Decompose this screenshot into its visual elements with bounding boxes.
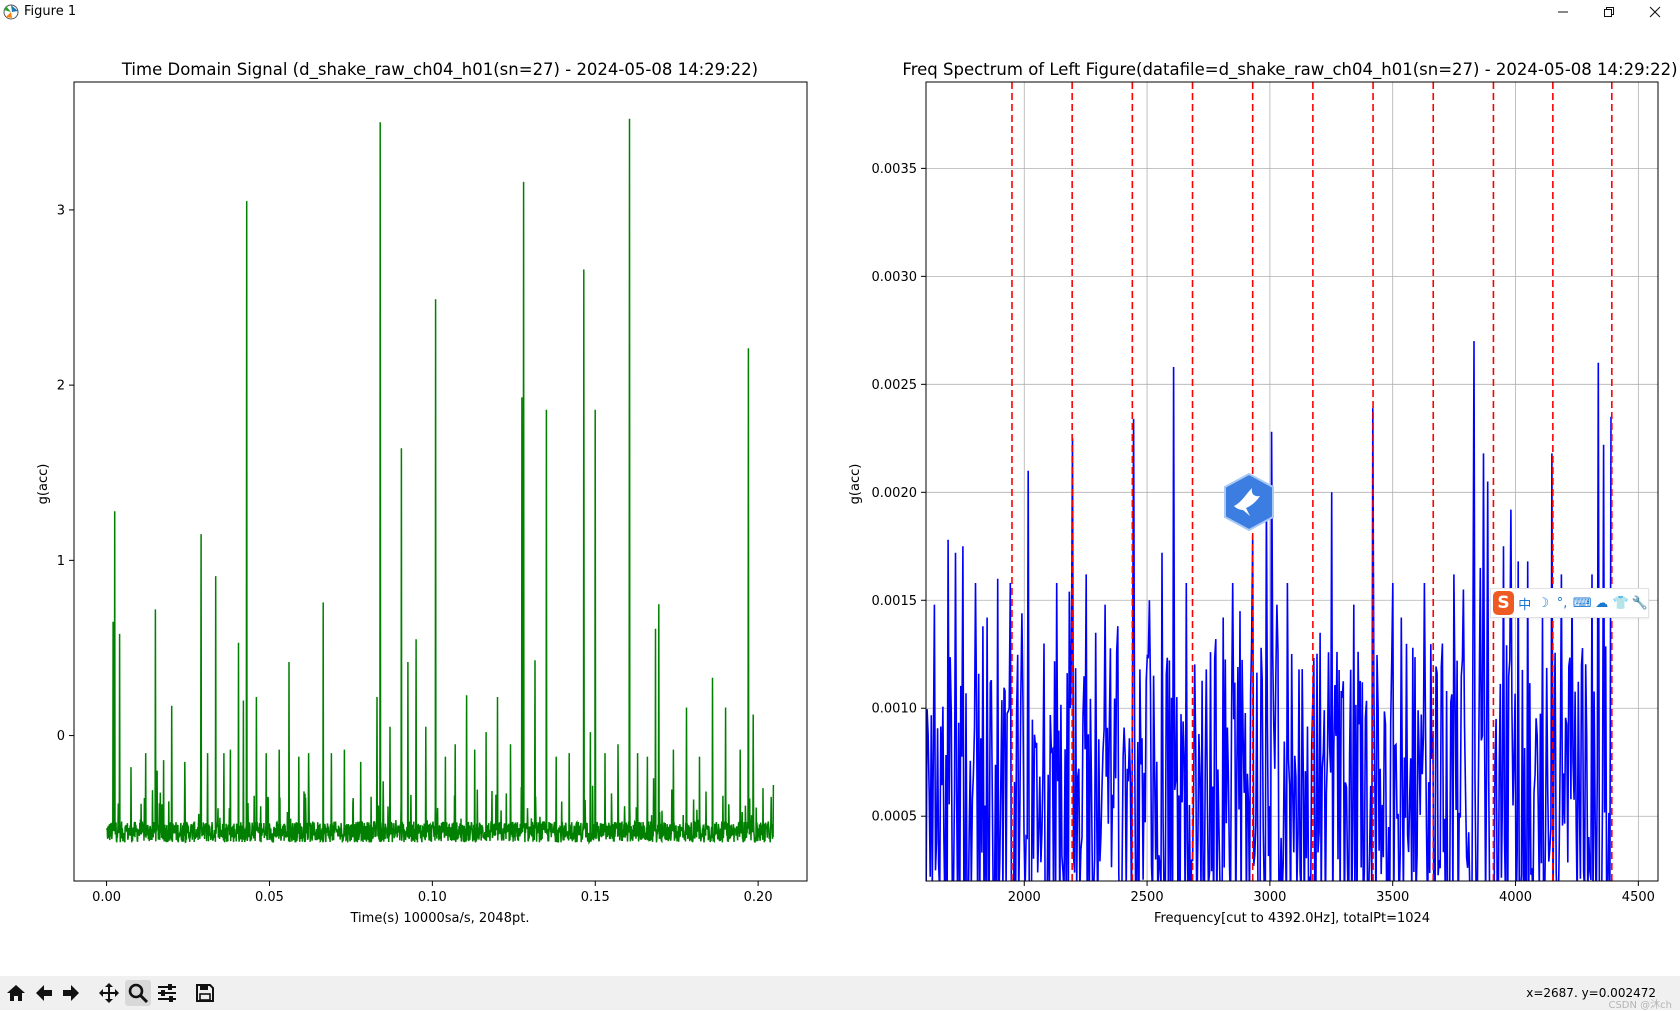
app-icon xyxy=(3,4,19,20)
time-signal-line xyxy=(105,118,775,845)
configure-subplots-button[interactable] xyxy=(154,980,180,1006)
sogou-logo-icon[interactable]: S xyxy=(1493,591,1514,615)
ytick-label: 0.0035 xyxy=(872,162,918,177)
ime-chinese-mode[interactable]: 中 xyxy=(1517,594,1533,613)
window-titlebar: Figure 1 xyxy=(0,0,1680,26)
keyboard-icon[interactable]: ⌨ xyxy=(1573,596,1592,611)
spectrum-plot-area xyxy=(926,341,1612,881)
time-domain-title: Time Domain Signal (d_shake_raw_ch04_h01… xyxy=(121,60,758,80)
arrow-left-icon xyxy=(36,985,52,1001)
move-arrows-icon xyxy=(99,983,119,1003)
moon-icon[interactable]: ☽ xyxy=(1536,596,1552,611)
home-icon xyxy=(7,985,25,1001)
floppy-disk-icon xyxy=(196,984,214,1002)
bird-app-badge-icon[interactable] xyxy=(1222,472,1276,532)
spectrum-title: Freq Spectrum of Left Figure(datafile=d_… xyxy=(902,60,1677,80)
ytick-label: 3 xyxy=(57,203,65,218)
xtick-label: 0.05 xyxy=(255,890,284,905)
magnifier-icon xyxy=(128,983,149,1004)
time-domain-xlabel: Time(s) 10000sa/s, 2048pt. xyxy=(350,911,530,926)
window-title: Figure 1 xyxy=(24,4,77,19)
spectrum-xticks: 2000 2500 3000 3500 4000 4500 xyxy=(1008,881,1655,905)
ytick-label: 2 xyxy=(57,379,65,394)
time-domain-yticks: 0 1 2 3 xyxy=(57,203,74,744)
ytick-label: 0.0025 xyxy=(872,378,918,393)
xtick-label: 0.00 xyxy=(92,890,121,905)
xtick-label: 4000 xyxy=(1499,890,1532,905)
home-button[interactable] xyxy=(3,980,29,1006)
ytick-label: 0.0015 xyxy=(872,594,918,609)
figure-canvas[interactable]: Time Domain Signal (d_shake_raw_ch04_h01… xyxy=(0,26,1680,976)
close-button[interactable] xyxy=(1632,0,1678,24)
punctuation-icon[interactable]: °, xyxy=(1554,596,1570,611)
ytick-label: 0 xyxy=(57,729,65,744)
minimize-icon xyxy=(1558,11,1568,13)
xtick-label: 2000 xyxy=(1008,890,1041,905)
ytick-label: 1 xyxy=(57,554,65,569)
xtick-label: 0.15 xyxy=(581,890,610,905)
close-icon xyxy=(1649,6,1661,18)
pan-button[interactable] xyxy=(96,980,122,1006)
csdn-watermark: CSDN @沐ch xyxy=(1608,1000,1672,1011)
xtick-label: 2500 xyxy=(1131,890,1164,905)
time-domain-axes: Time Domain Signal (d_shake_raw_ch04_h01… xyxy=(36,60,808,926)
time-domain-xticks: 0.00 0.05 0.10 0.15 0.20 xyxy=(92,881,773,905)
xtick-label: 0.10 xyxy=(418,890,447,905)
ytick-label: 0.0005 xyxy=(872,810,918,825)
ytick-label: 0.0010 xyxy=(872,702,918,717)
spectrum-ylabel: g(acc) xyxy=(848,464,863,505)
spectrum-yticks: 0.0005 0.0010 0.0015 0.0020 0.0025 0.0030 0.00… xyxy=(872,162,926,825)
save-button[interactable] xyxy=(192,980,218,1006)
settings-wrench-icon[interactable]: 🔧 xyxy=(1632,596,1648,611)
minimize-button[interactable] xyxy=(1540,0,1586,24)
restore-icon xyxy=(1604,7,1614,17)
ime-toolbar[interactable]: S 中 ☽ °, ⌨ ☁ 👕 🔧 xyxy=(1490,588,1649,618)
arrow-right-icon xyxy=(63,985,79,1001)
time-domain-frame xyxy=(73,81,808,882)
zoom-button[interactable] xyxy=(125,980,151,1006)
xtick-label: 4500 xyxy=(1622,890,1655,905)
navigation-toolbar: x=2687. y=0.002472 CSDN @沐ch xyxy=(0,976,1680,1011)
spectrum-xlabel: Frequency[cut to 4392.0Hz], totalPt=1024 xyxy=(1154,911,1430,926)
cloud-icon[interactable]: ☁ xyxy=(1594,596,1610,611)
skin-icon[interactable]: 👕 xyxy=(1613,596,1629,611)
ytick-label: 0.0030 xyxy=(872,270,918,285)
sliders-icon xyxy=(158,984,176,1002)
xtick-label: 0.20 xyxy=(744,890,773,905)
time-domain-ylabel: g(acc) xyxy=(36,464,51,505)
ytick-label: 0.0020 xyxy=(872,486,918,501)
back-button[interactable] xyxy=(31,980,57,1006)
maximize-button[interactable] xyxy=(1586,0,1632,24)
forward-button[interactable] xyxy=(58,980,84,1006)
spectrum-line xyxy=(926,341,1612,881)
xtick-label: 3500 xyxy=(1376,890,1409,905)
xtick-label: 3000 xyxy=(1253,890,1286,905)
time-domain-plot-area xyxy=(105,118,775,845)
